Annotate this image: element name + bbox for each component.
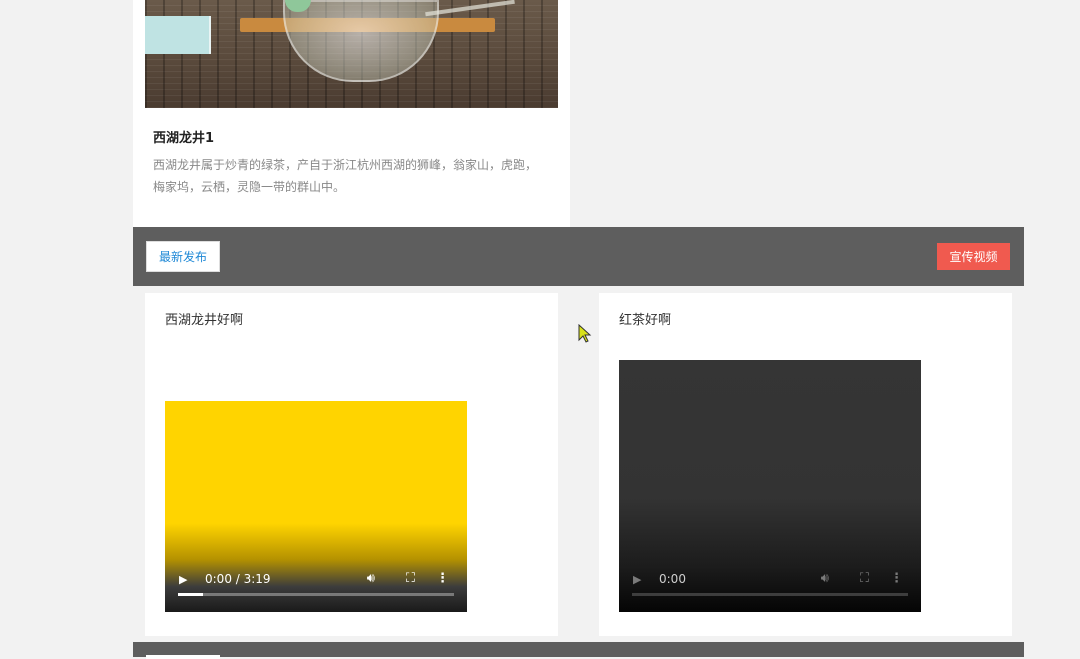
- video-title: 西湖龙井好啊: [165, 313, 244, 328]
- play-icon[interactable]: ▶: [179, 573, 187, 586]
- play-icon[interactable]: ▶: [633, 573, 641, 586]
- section-toolbar: 最新发布 宣传视频: [133, 227, 1024, 286]
- video-controls: ▶ 0:00 / 3:19 🔊︎ ⛶ ⋮: [165, 562, 467, 612]
- video-progress-bar[interactable]: [178, 593, 454, 596]
- video-title: 红茶好啊: [619, 313, 672, 328]
- video-time: 0:00: [659, 572, 686, 586]
- fullscreen-icon[interactable]: ⛶: [406, 571, 415, 586]
- fullscreen-icon[interactable]: ⛶: [860, 571, 869, 586]
- video-controls: ▶ 0:00 🔊︎ ⛶ ⋮: [619, 562, 921, 612]
- video-progress-fill: [178, 593, 203, 596]
- video-player[interactable]: ▶ 0:00 🔊︎ ⛶ ⋮: [619, 360, 921, 612]
- latest-button-partial[interactable]: [146, 655, 220, 659]
- tea-photo: [145, 0, 558, 108]
- latest-button[interactable]: 最新发布: [146, 241, 220, 272]
- volume-icon[interactable]: 🔊︎: [367, 571, 375, 586]
- tea-card-description: 西湖龙井属于炒青的绿茶，产自于浙江杭州西湖的狮峰，翁家山，虎跑，梅家坞，云栖，灵…: [153, 158, 538, 194]
- video-card: 西湖龙井好啊 ▶ 0:00 / 3:19 🔊︎ ⛶ ⋮: [145, 293, 558, 636]
- more-options-icon[interactable]: ⋮: [436, 571, 449, 586]
- video-time: 0:00 / 3:19: [205, 572, 271, 586]
- tea-card-title: 西湖龙井1: [153, 131, 215, 146]
- video-card: 红茶好啊 ▶ 0:00 🔊︎ ⛶ ⋮: [599, 293, 1012, 636]
- section-toolbar-next: [133, 642, 1024, 659]
- more-options-icon[interactable]: ⋮: [890, 571, 903, 586]
- video-progress-bar[interactable]: [632, 593, 908, 596]
- tea-card[interactable]: 西湖龙井1 西湖龙井属于炒青的绿茶，产自于浙江杭州西湖的狮峰，翁家山，虎跑，梅家…: [133, 0, 570, 227]
- volume-icon[interactable]: 🔊︎: [821, 571, 829, 586]
- promo-video-button[interactable]: 宣传视频: [937, 243, 1010, 270]
- video-player[interactable]: ▶ 0:00 / 3:19 🔊︎ ⛶ ⋮: [165, 401, 467, 612]
